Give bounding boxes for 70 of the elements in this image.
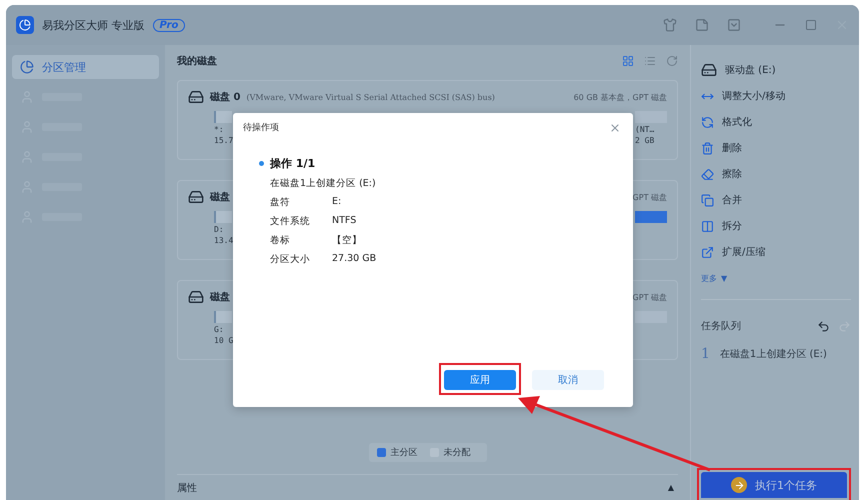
disk-info: (VMware, VMware Virtual S Serial Attached SCSI (SAS) bus) — [246, 92, 495, 102]
disk-summary: GPT 磁盘 — [632, 292, 667, 302]
expand-arrow-icon — [701, 246, 714, 258]
operation-description: 在磁盘1上创建分区 (E:) — [270, 177, 377, 190]
maximize-icon[interactable] — [805, 19, 817, 31]
disk-name: 磁盘 — [210, 190, 230, 204]
cancel-button[interactable]: 取消 — [532, 370, 604, 390]
legend-label: 未分配 — [444, 446, 470, 459]
field-label: 分区大小 — [270, 253, 311, 266]
disk-summary: 60 GB 基本盘，GPT 磁盘 — [574, 92, 667, 102]
task-item[interactable]: 1 在磁盘1上创建分区 (E:) — [701, 346, 851, 362]
partition-segment[interactable] — [635, 311, 667, 323]
partition-text: 13.4 — [214, 236, 234, 245]
execute-button[interactable]: 执行1个任务 — [701, 472, 847, 498]
action-item[interactable]: 合并 — [722, 193, 742, 207]
partition-segment[interactable] — [214, 111, 232, 123]
disk-name: 磁盘 — [210, 290, 230, 304]
note-icon[interactable] — [695, 18, 709, 32]
partition-text: *: — [214, 125, 225, 134]
bullet-icon — [259, 161, 264, 166]
action-item[interactable]: 删除 — [722, 141, 742, 155]
partition-text: D: — [214, 225, 225, 234]
field-label: 盘符 — [270, 196, 291, 209]
action-item[interactable]: 擦除 — [722, 167, 742, 181]
field-value: E: — [332, 196, 342, 209]
pro-badge: Pro — [152, 18, 186, 32]
field-label: 卷标 — [270, 234, 291, 247]
dropdown-icon[interactable] — [727, 18, 741, 32]
legend-label: 主分区 — [390, 446, 418, 459]
disk-summary: GPT 磁盘 — [632, 192, 667, 202]
task-queue-title: 任务队列 — [701, 320, 741, 333]
field-value: 27.30 GB — [332, 253, 378, 266]
properties-label: 属性 — [177, 482, 197, 494]
disk-name: 磁盘 0 — [210, 90, 240, 104]
partition-text: 2 GB — [635, 136, 656, 145]
refresh-icon[interactable] — [666, 54, 678, 66]
action-item[interactable]: 格式化 — [722, 115, 752, 129]
field-label: 文件系统 — [270, 215, 311, 228]
field-value: NTFS — [332, 215, 358, 228]
close-icon[interactable] — [609, 122, 621, 134]
undo-icon[interactable] — [817, 320, 830, 332]
field-value: 【空】 — [332, 234, 363, 247]
partition-text: 10 G — [214, 336, 234, 345]
drive-icon — [701, 62, 717, 78]
grid-view-icon[interactable] — [622, 54, 634, 66]
app-logo-icon — [16, 16, 34, 34]
partition-text: 15.7 — [214, 136, 234, 145]
eraser-icon — [701, 168, 714, 180]
action-item[interactable]: 调整大小/移动 — [722, 89, 786, 103]
pie-chart-icon — [20, 60, 34, 74]
shirt-icon[interactable] — [663, 18, 677, 32]
section-title: 我的磁盘 — [177, 54, 217, 68]
partition-segment[interactable] — [635, 111, 667, 123]
overlapping-squares-icon — [701, 194, 714, 206]
action-item[interactable]: 扩展/压缩 — [722, 245, 766, 259]
trash-icon — [701, 142, 714, 154]
partition-text: (NT… — [635, 125, 656, 134]
drive-label: 驱动盘 (E:) — [725, 64, 776, 77]
split-columns-icon — [701, 220, 714, 232]
partition-segment[interactable] — [214, 211, 232, 223]
dialog-title: 待操作项 — [243, 122, 279, 134]
operation-title: 操作 1/1 — [270, 156, 316, 171]
circular-arrows-icon — [701, 116, 714, 128]
partition-text: G: — [214, 325, 225, 334]
partition-segment[interactable] — [635, 211, 667, 223]
window-title: 易我分区大师 专业版 — [42, 18, 144, 32]
apply-button[interactable]: 应用 — [444, 370, 516, 390]
action-item[interactable]: 拆分 — [722, 219, 742, 233]
partition-segment[interactable] — [214, 311, 232, 323]
expand-toggle[interactable]: ▲ — [668, 483, 674, 492]
